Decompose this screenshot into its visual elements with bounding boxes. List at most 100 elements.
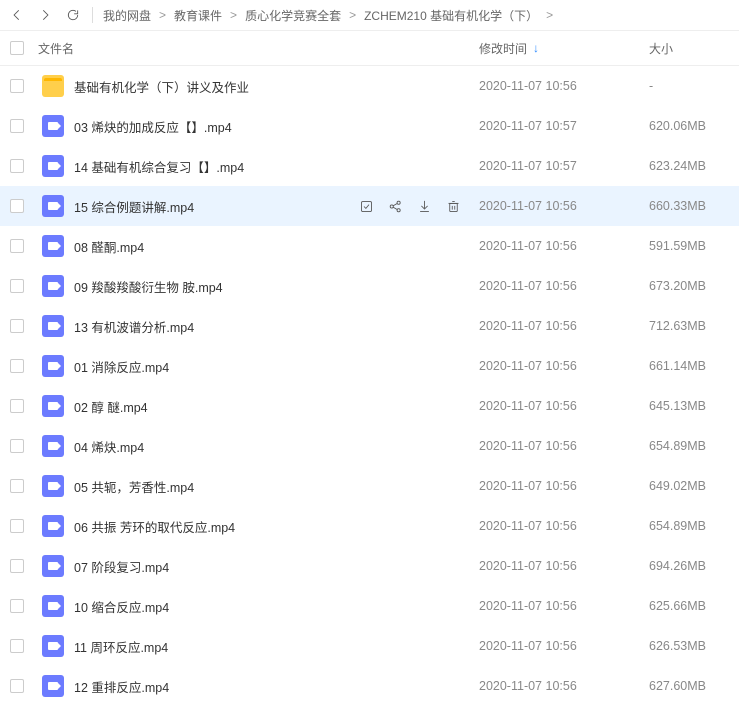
name-cell: 11 周环反应.mp4	[34, 635, 479, 657]
file-name[interactable]: 10 缩合反应.mp4	[74, 597, 479, 616]
file-name[interactable]: 11 周环反应.mp4	[74, 637, 479, 656]
select-all-checkbox[interactable]	[10, 41, 24, 55]
table-row[interactable]: 06 共振 芳环的取代反应.mp42020-11-07 10:56654.89M…	[0, 506, 739, 546]
refresh-button[interactable]	[64, 6, 82, 24]
row-checkbox-cell	[0, 79, 34, 93]
file-size: 645.13MB	[649, 399, 739, 413]
name-cell: 06 共振 芳环的取代反应.mp4	[34, 515, 479, 537]
row-checkbox-cell	[0, 199, 34, 213]
file-name[interactable]: 02 醇 醚.mp4	[74, 397, 479, 416]
table-row[interactable]: 08 醛酮.mp42020-11-07 10:56591.59MB	[0, 226, 739, 266]
delete-icon[interactable]	[446, 199, 461, 214]
table-row[interactable]: 基础有机化学（下）讲义及作业2020-11-07 10:56-	[0, 66, 739, 106]
table-row[interactable]: 02 醇 醚.mp42020-11-07 10:56645.13MB	[0, 386, 739, 426]
open-icon[interactable]	[359, 199, 374, 214]
name-cell: 04 烯炔.mp4	[34, 435, 479, 457]
row-checkbox-cell	[0, 319, 34, 333]
file-name[interactable]: 07 阶段复习.mp4	[74, 557, 479, 576]
file-size: -	[649, 79, 739, 93]
file-name[interactable]: 04 烯炔.mp4	[74, 437, 479, 456]
table-header: 文件名 修改时间 ↓ 大小	[0, 30, 739, 66]
name-cell: 03 烯炔的加成反应【】.mp4	[34, 115, 479, 137]
file-name[interactable]: 09 羧酸羧酸衍生物 胺.mp4	[74, 277, 479, 296]
file-size: 654.89MB	[649, 519, 739, 533]
row-checkbox[interactable]	[10, 359, 24, 373]
file-name[interactable]: 01 消除反应.mp4	[74, 357, 479, 376]
file-name[interactable]: 15 综合例题讲解.mp4	[74, 197, 351, 216]
table-row[interactable]: 03 烯炔的加成反应【】.mp42020-11-07 10:57620.06MB	[0, 106, 739, 146]
file-size: 626.53MB	[649, 639, 739, 653]
row-checkbox[interactable]	[10, 399, 24, 413]
row-checkbox[interactable]	[10, 239, 24, 253]
table-row[interactable]: 10 缩合反应.mp42020-11-07 10:56625.66MB	[0, 586, 739, 626]
video-icon	[42, 595, 64, 617]
file-name[interactable]: 13 有机波谱分析.mp4	[74, 317, 479, 336]
column-header-name[interactable]: 文件名	[34, 40, 479, 57]
modified-time: 2020-11-07 10:57	[479, 159, 649, 173]
breadcrumb-item[interactable]: 质心化学竞赛全套	[245, 7, 341, 24]
folder-icon	[42, 75, 64, 97]
file-name[interactable]: 08 醛酮.mp4	[74, 237, 479, 256]
modified-time: 2020-11-07 10:56	[479, 439, 649, 453]
row-checkbox[interactable]	[10, 79, 24, 93]
row-checkbox[interactable]	[10, 599, 24, 613]
share-icon[interactable]	[388, 199, 403, 214]
file-list: 基础有机化学（下）讲义及作业2020-11-07 10:56-03 烯炔的加成反…	[0, 66, 739, 706]
row-checkbox[interactable]	[10, 519, 24, 533]
table-row[interactable]: 04 烯炔.mp42020-11-07 10:56654.89MB	[0, 426, 739, 466]
row-checkbox[interactable]	[10, 679, 24, 693]
video-icon	[42, 395, 64, 417]
row-checkbox[interactable]	[10, 439, 24, 453]
breadcrumb-separator: >	[159, 8, 166, 22]
table-row[interactable]: 11 周环反应.mp42020-11-07 10:56626.53MB	[0, 626, 739, 666]
row-checkbox[interactable]	[10, 479, 24, 493]
row-checkbox[interactable]	[10, 119, 24, 133]
table-row[interactable]: 15 综合例题讲解.mp42020-11-07 10:56660.33MB	[0, 186, 739, 226]
row-checkbox[interactable]	[10, 559, 24, 573]
file-name[interactable]: 06 共振 芳环的取代反应.mp4	[74, 517, 479, 536]
row-checkbox-cell	[0, 439, 34, 453]
video-icon	[42, 115, 64, 137]
download-icon[interactable]	[417, 199, 432, 214]
video-icon	[42, 435, 64, 457]
name-cell: 08 醛酮.mp4	[34, 235, 479, 257]
modified-time: 2020-11-07 10:56	[479, 599, 649, 613]
file-name[interactable]: 05 共轭，芳香性.mp4	[74, 477, 479, 496]
file-name[interactable]: 12 重排反应.mp4	[74, 677, 479, 696]
column-header-size[interactable]: 大小	[649, 40, 739, 57]
row-checkbox[interactable]	[10, 279, 24, 293]
video-icon	[42, 195, 64, 217]
video-icon	[42, 635, 64, 657]
table-row[interactable]: 12 重排反应.mp42020-11-07 10:56627.60MB	[0, 666, 739, 706]
row-checkbox[interactable]	[10, 319, 24, 333]
breadcrumb-item[interactable]: ZCHEM210 基础有机化学（下）	[364, 7, 538, 24]
modified-time: 2020-11-07 10:56	[479, 679, 649, 693]
video-icon	[42, 675, 64, 697]
file-name[interactable]: 14 基础有机综合复习【】.mp4	[74, 157, 479, 176]
column-header-time[interactable]: 修改时间 ↓	[479, 40, 649, 57]
file-name[interactable]: 03 烯炔的加成反应【】.mp4	[74, 117, 479, 136]
table-row[interactable]: 05 共轭，芳香性.mp42020-11-07 10:56649.02MB	[0, 466, 739, 506]
breadcrumb-item[interactable]: 教育课件	[174, 7, 222, 24]
file-size: 620.06MB	[649, 119, 739, 133]
breadcrumb-item[interactable]: 我的网盘	[103, 7, 151, 24]
table-row[interactable]: 13 有机波谱分析.mp42020-11-07 10:56712.63MB	[0, 306, 739, 346]
video-icon	[42, 355, 64, 377]
row-checkbox[interactable]	[10, 159, 24, 173]
sort-descending-icon: ↓	[533, 41, 539, 55]
row-checkbox-cell	[0, 519, 34, 533]
table-row[interactable]: 09 羧酸羧酸衍生物 胺.mp42020-11-07 10:56673.20MB	[0, 266, 739, 306]
modified-time: 2020-11-07 10:56	[479, 559, 649, 573]
table-row[interactable]: 14 基础有机综合复习【】.mp42020-11-07 10:57623.24M…	[0, 146, 739, 186]
row-checkbox[interactable]	[10, 199, 24, 213]
row-checkbox-cell	[0, 239, 34, 253]
breadcrumb-separator: >	[230, 8, 237, 22]
modified-time: 2020-11-07 10:56	[479, 79, 649, 93]
back-button[interactable]	[8, 6, 26, 24]
file-name[interactable]: 基础有机化学（下）讲义及作业	[74, 77, 479, 96]
row-checkbox-cell	[0, 559, 34, 573]
table-row[interactable]: 01 消除反应.mp42020-11-07 10:56661.14MB	[0, 346, 739, 386]
row-checkbox[interactable]	[10, 639, 24, 653]
forward-button[interactable]	[36, 6, 54, 24]
table-row[interactable]: 07 阶段复习.mp42020-11-07 10:56694.26MB	[0, 546, 739, 586]
